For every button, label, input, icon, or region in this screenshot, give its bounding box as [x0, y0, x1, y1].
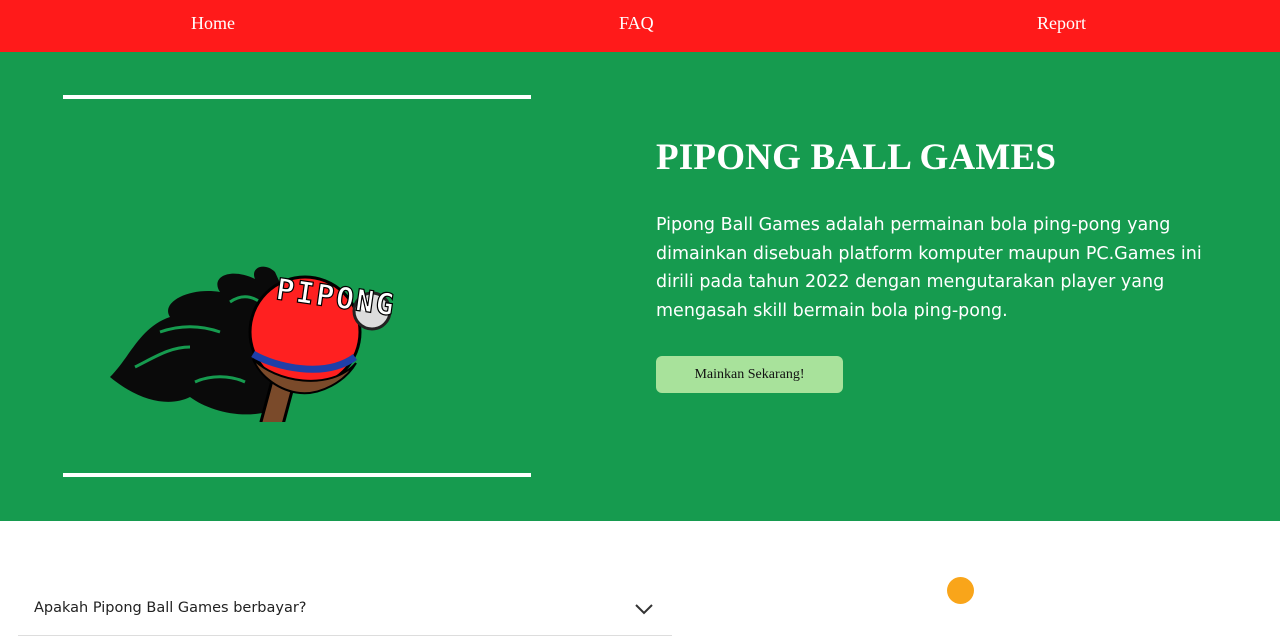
pipong-logo: PIPONG	[110, 266, 399, 422]
nav-link-faq[interactable]: FAQ	[619, 13, 654, 34]
faq-item[interactable]: Apakah Pipong Ball Games berbayar?	[18, 588, 672, 636]
play-now-button[interactable]: Mainkan Sekarang!	[656, 356, 843, 393]
divider-top	[63, 95, 531, 99]
hero-description: Pipong Ball Games adalah permainan bola …	[656, 215, 1202, 321]
divider-bottom	[63, 473, 531, 477]
nav-link-report[interactable]: Report	[1037, 13, 1086, 34]
hero-section: PIPONG PIPONG BALL GAMES Pipong Ball Gam…	[0, 52, 1280, 521]
faq-question: Apakah Pipong Ball Games berbayar?	[34, 600, 307, 616]
decorative-dot	[947, 577, 974, 604]
chevron-down-icon[interactable]	[635, 603, 653, 615]
nav-link-home[interactable]: Home	[191, 13, 235, 34]
top-navbar: Home FAQ Report	[0, 0, 1280, 52]
page-title: PIPONG BALL GAMES	[656, 137, 1057, 178]
